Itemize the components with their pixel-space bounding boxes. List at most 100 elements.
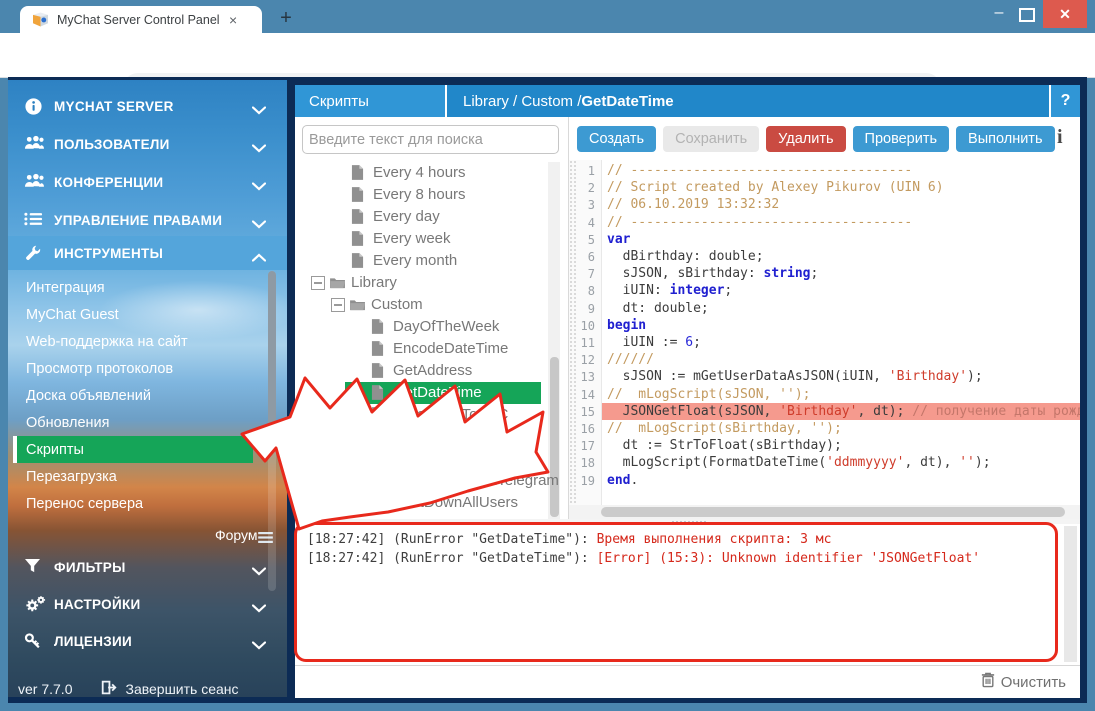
info-icon[interactable]: i <box>1057 126 1063 149</box>
wrench-icon <box>24 244 44 262</box>
code-token: // 06.10.2019 13:32:32 <box>607 197 779 212</box>
sidebar-item-label: Интеграция <box>26 280 105 296</box>
code-editor[interactable]: 12345678910111213141516171819 // -------… <box>569 160 1080 505</box>
file-icon <box>371 363 385 378</box>
sidebar-item-скрипты[interactable]: Скрипты <box>8 436 287 463</box>
line-number: 3 <box>569 198 595 212</box>
code-token: // ------------------------------------ <box>607 163 912 178</box>
tree-item-label: LocalTimeToUTC <box>393 406 508 423</box>
sidebar-section-3[interactable]: КОНФЕРЕНЦИИ <box>8 167 287 197</box>
tree-item-label: Every day <box>373 208 440 225</box>
code-line-19: end. <box>607 473 638 488</box>
code-token: // ------------------------------------ <box>607 215 912 230</box>
module-tab-scripts[interactable]: Скрипты <box>295 85 445 117</box>
tree-scrollbar-thumb[interactable] <box>550 357 559 517</box>
trash-icon <box>981 672 995 692</box>
browser-tab-strip: MyChat Server Control Panel × + – ✕ <box>0 0 1095 33</box>
users-icon <box>24 135 44 153</box>
tree-item-getaddress[interactable]: GetAddress <box>295 360 547 382</box>
browser-tab[interactable]: MyChat Server Control Panel × <box>20 6 262 33</box>
tab-close-icon[interactable]: × <box>229 12 237 28</box>
code-token: 6 <box>685 335 693 350</box>
tree-item-every-8-hours[interactable]: Every 8 hours <box>295 184 547 206</box>
file-icon <box>371 341 385 356</box>
chevron-down-icon <box>252 563 266 572</box>
clear-console-button[interactable]: Очистить <box>981 672 1066 692</box>
tree-item-getdatetime[interactable]: GetDateTime <box>295 382 547 404</box>
console-scrollbar[interactable] <box>1064 526 1077 662</box>
sidebar-section-4[interactable]: УПРАВЛЕНИЕ ПРАВАМИ <box>8 205 287 235</box>
line-number: 11 <box>569 336 595 350</box>
sidebar-item-mychat-guest[interactable]: MyChat Guest <box>8 301 287 328</box>
code-token: dt := StrToFloat(sBirthday); <box>607 438 842 453</box>
tree-item-localtimetoutc[interactable]: LocalTimeToUTC <box>295 404 547 426</box>
sidebar-item-доска-объявлений[interactable]: Доска объявлений <box>8 382 287 409</box>
tree-item-posttelegram[interactable]: PostTelegram <box>295 448 547 470</box>
code-line-4: // ------------------------------------ <box>607 215 912 230</box>
sidebar-item-просмотр-протоколов[interactable]: Просмотр протоколов <box>8 355 287 382</box>
toolbar-button-выполнить[interactable]: Выполнить <box>956 126 1054 152</box>
toolbar-button-проверить[interactable]: Проверить <box>853 126 950 152</box>
tree-item-library[interactable]: Library <box>295 272 547 294</box>
sidebar-scrollbar-thumb[interactable] <box>268 271 276 446</box>
collapse-box-icon[interactable] <box>331 298 345 312</box>
sidebar-section-лицензии[interactable]: ЛИЦЕНЗИИ <box>8 626 287 656</box>
sidebar-section-настройки[interactable]: НАСТРОЙКИ <box>8 589 287 619</box>
code-token: ); <box>967 369 983 384</box>
file-icon <box>371 319 385 334</box>
sidebar-item-label: Перенос сервера <box>26 496 143 512</box>
code-token: 'Birthday' <box>779 404 857 419</box>
collapse-box-icon[interactable] <box>311 276 325 290</box>
clear-console-label: Очистить <box>1001 674 1066 691</box>
code-line-3: // 06.10.2019 13:32:32 <box>607 197 779 212</box>
sidebar-section-2[interactable]: ПОЛЬЗОВАТЕЛИ <box>8 129 287 159</box>
search-input[interactable] <box>302 125 559 154</box>
sidebar-section-tools[interactable]: ИНСТРУМЕНТЫ <box>8 236 287 270</box>
new-tab-button[interactable]: + <box>274 7 298 31</box>
tree-item-now[interactable]: Now <box>295 426 547 448</box>
code-token: ; <box>811 266 819 281</box>
tree-item-label: GetDateTime <box>393 384 482 401</box>
tree-item-every-month[interactable]: Every month <box>295 250 547 272</box>
sidebar-item-обновления[interactable]: Обновления <box>8 409 287 436</box>
sidebar-item-перенос-сервера[interactable]: Перенос сервера <box>8 490 287 517</box>
console-bottom-bar: Очистить <box>295 665 1080 698</box>
sidebar-section-label: ФИЛЬТРЫ <box>54 560 126 575</box>
tree-item-shutdownallusers[interactable]: ShutDownAllUsers <box>295 492 547 514</box>
sidebar-section-фильтры[interactable]: ФИЛЬТРЫ <box>8 552 287 582</box>
script-tree-panel: Every 4 hoursEvery 8 hours Every day Every… <box>295 117 569 519</box>
sidebar-section-1[interactable]: MYCHAT SERVER <box>8 91 287 121</box>
sidebar-item-перезагрузка[interactable]: Перезагрузка <box>8 463 287 490</box>
tree-item-custom[interactable]: Custom <box>295 294 547 316</box>
sidebar-item-интеграция[interactable]: Интеграция <box>8 274 287 301</box>
code-token: dBirthday: double; <box>607 249 764 264</box>
help-button[interactable]: ? <box>1051 85 1080 117</box>
window-close-button[interactable]: ✕ <box>1043 0 1087 28</box>
tree-item-label: Now <box>393 428 423 445</box>
code-line-8: iUIN: integer; <box>607 283 732 298</box>
sidebar-item-label: Web-поддержка на сайт <box>26 334 188 350</box>
logout-button[interactable]: Завершить сеанс <box>100 680 238 698</box>
sidebar-section-label: MYCHAT SERVER <box>54 99 174 114</box>
sidebar-item-forum[interactable]: Форум <box>8 523 287 547</box>
tree-item-dayoftheweek[interactable]: DayOfTheWeek <box>295 316 547 338</box>
tree-item-encodedatetime[interactable]: EncodeDateTime <box>295 338 547 360</box>
window-minimize-button[interactable]: – <box>986 2 1012 28</box>
line-number: 16 <box>569 422 595 436</box>
console-highlight-annotation <box>294 522 1058 662</box>
toolbar-button-удалить[interactable]: Удалить <box>766 126 845 152</box>
toolbar-button-создать[interactable]: Создать <box>577 126 656 152</box>
code-token: ); <box>975 455 991 470</box>
editor-horizontal-scrollbar-thumb[interactable] <box>601 507 1065 517</box>
tree-item-every-4-hours[interactable]: Every 4 hours <box>295 162 547 184</box>
window-maximize-button[interactable] <box>1019 8 1035 22</box>
tree-item-sendmessage2telegram[interactable]: SendMessage2Telegram <box>295 470 547 492</box>
tree-item-every-week[interactable]: Every week <box>295 228 547 250</box>
tree-item-every-day[interactable]: Every day <box>295 206 547 228</box>
sidebar-item-web-поддержка-на-сайт[interactable]: Web-поддержка на сайт <box>8 328 287 355</box>
file-icon <box>371 451 385 466</box>
code-token: 'ddmmyyyy' <box>826 455 904 470</box>
toolbar-button-сохранить[interactable]: Сохранить <box>663 126 759 152</box>
code-token: JSONGetFloat(sJSON, <box>607 404 779 419</box>
code-token: string <box>764 266 811 281</box>
